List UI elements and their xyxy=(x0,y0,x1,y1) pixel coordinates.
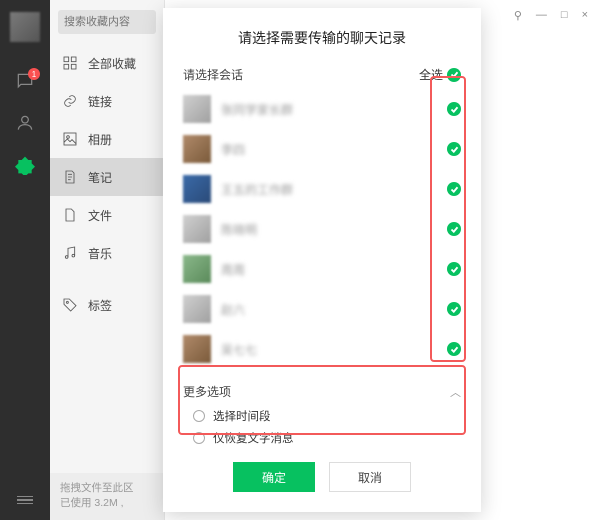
favorites-sidebar: 全部收藏 链接 相册 笔记 文件 音乐 标签 拖拽文件至此区 已使用 3.2M … xyxy=(50,0,165,520)
more-options-toggle[interactable]: 更多选项 ︿ xyxy=(183,379,461,404)
conversation-row[interactable]: 李四 xyxy=(183,129,461,169)
conversation-avatar xyxy=(183,175,211,203)
radio-icon xyxy=(193,410,205,422)
conversation-list: 张同学家长群李四王五的工作群陈晓明周周赵六吴七七 xyxy=(183,89,461,369)
conversation-avatar xyxy=(183,255,211,283)
conversation-name: 陈晓明 xyxy=(221,221,439,238)
favorites-icon[interactable] xyxy=(14,154,36,176)
check-icon[interactable] xyxy=(447,182,461,196)
conversation-name: 赵六 xyxy=(221,301,439,318)
sidebar-item-music[interactable]: 音乐 xyxy=(50,234,164,272)
conversation-row[interactable]: 周周 xyxy=(183,249,461,289)
option-time-range[interactable]: 选择时间段 xyxy=(183,404,461,426)
storage-footer: 拖拽文件至此区 已使用 3.2M , xyxy=(50,473,164,520)
conversation-name: 李四 xyxy=(221,141,439,158)
footer-hint: 拖拽文件至此区 xyxy=(60,481,154,497)
cancel-button[interactable]: 取消 xyxy=(329,462,411,492)
check-icon[interactable] xyxy=(447,302,461,316)
pin-icon[interactable]: ⚲ xyxy=(514,9,522,22)
conversation-avatar xyxy=(183,95,211,123)
sidebar-item-label: 链接 xyxy=(88,93,112,110)
conversation-name: 张同学家长群 xyxy=(221,101,439,118)
conversation-row[interactable]: 王五的工作群 xyxy=(183,169,461,209)
conversation-avatar xyxy=(183,335,211,363)
conversation-row[interactable]: 吴七七 xyxy=(183,329,461,369)
radio-icon xyxy=(193,432,205,444)
sidebar-item-label: 标签 xyxy=(88,297,112,314)
sidebar-item-label: 音乐 xyxy=(88,245,112,262)
conversation-row[interactable]: 张同学家长群 xyxy=(183,89,461,129)
category-menu: 全部收藏 链接 相册 笔记 文件 音乐 标签 xyxy=(50,44,164,473)
option-label: 仅恢复文字消息 xyxy=(213,430,294,446)
app-nav-rail: 1 xyxy=(0,0,50,520)
dialog-actions: 确定 取消 xyxy=(163,446,481,512)
conversation-avatar xyxy=(183,295,211,323)
sidebar-item-links[interactable]: 链接 xyxy=(50,82,164,120)
maximize-icon[interactable]: □ xyxy=(561,9,568,21)
sidebar-item-label: 文件 xyxy=(88,207,112,224)
option-label: 选择时间段 xyxy=(213,408,271,424)
check-icon[interactable] xyxy=(447,102,461,116)
conversation-name: 吴七七 xyxy=(221,341,439,358)
conversation-name: 王五的工作群 xyxy=(221,181,439,198)
chat-icon[interactable]: 1 xyxy=(14,70,36,92)
sidebar-item-label: 笔记 xyxy=(88,169,112,186)
conversation-name: 周周 xyxy=(221,261,439,278)
close-icon[interactable]: × xyxy=(582,9,588,21)
contacts-icon[interactable] xyxy=(14,112,36,134)
confirm-button[interactable]: 确定 xyxy=(233,462,315,492)
music-icon xyxy=(62,245,78,261)
dialog-title: 请选择需要传输的聊天记录 xyxy=(163,8,481,62)
check-icon[interactable] xyxy=(447,142,461,156)
more-label: 更多选项 xyxy=(183,383,231,400)
check-icon[interactable] xyxy=(447,342,461,356)
select-all-toggle[interactable]: 全选 xyxy=(419,66,461,83)
sidebar-item-all[interactable]: 全部收藏 xyxy=(50,44,164,82)
check-icon[interactable] xyxy=(447,262,461,276)
sidebar-item-notes[interactable]: 笔记 xyxy=(50,158,164,196)
select-all-label: 全选 xyxy=(419,66,443,83)
sidebar-item-album[interactable]: 相册 xyxy=(50,120,164,158)
conversation-avatar xyxy=(183,135,211,163)
sidebar-item-tags[interactable]: 标签 xyxy=(50,286,164,324)
sidebar-item-label: 全部收藏 xyxy=(88,55,136,72)
check-icon[interactable] xyxy=(447,222,461,236)
check-icon xyxy=(447,68,461,82)
window-controls: ⚲ — □ × xyxy=(502,0,600,30)
section-label: 请选择会话 xyxy=(183,66,243,83)
link-icon xyxy=(62,93,78,109)
conversation-row[interactable]: 赵六 xyxy=(183,289,461,329)
footer-usage: 已使用 3.2M , xyxy=(60,496,154,512)
sidebar-item-files[interactable]: 文件 xyxy=(50,196,164,234)
file-icon xyxy=(62,207,78,223)
menu-icon[interactable] xyxy=(17,494,33,507)
option-text-only[interactable]: 仅恢复文字消息 xyxy=(183,426,461,446)
tag-icon xyxy=(62,297,78,313)
conversation-avatar xyxy=(183,215,211,243)
unread-badge: 1 xyxy=(28,68,40,80)
note-icon xyxy=(62,169,78,185)
chevron-up-icon: ︿ xyxy=(450,384,461,400)
user-avatar[interactable] xyxy=(10,12,40,42)
grid-icon xyxy=(62,55,78,71)
search-container xyxy=(50,0,164,44)
image-icon xyxy=(62,131,78,147)
dialog-body: 请选择会话 全选 张同学家长群李四王五的工作群陈晓明周周赵六吴七七 更多选项 ︿… xyxy=(163,62,481,446)
transfer-dialog: 请选择需要传输的聊天记录 请选择会话 全选 张同学家长群李四王五的工作群陈晓明周… xyxy=(163,8,481,512)
search-input[interactable] xyxy=(58,10,156,34)
sidebar-item-label: 相册 xyxy=(88,131,112,148)
conversation-section-head: 请选择会话 全选 xyxy=(183,62,461,89)
minimize-icon[interactable]: — xyxy=(536,9,547,21)
conversation-row[interactable]: 陈晓明 xyxy=(183,209,461,249)
